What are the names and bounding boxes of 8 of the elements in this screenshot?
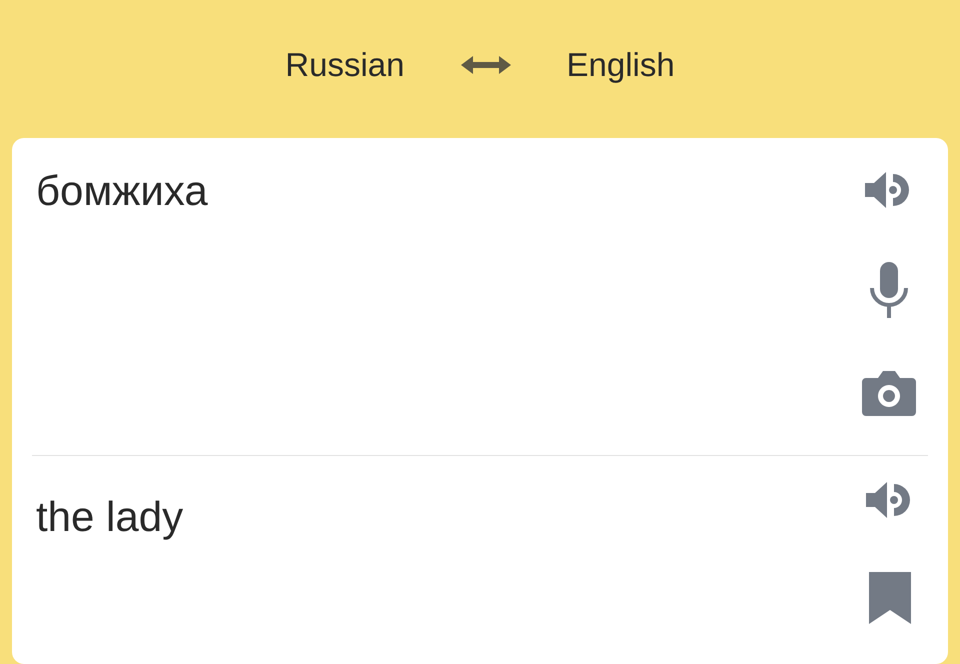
microphone-icon[interactable]: [869, 262, 909, 318]
source-language[interactable]: Russian: [285, 40, 404, 90]
input-field[interactable]: бомжиха: [36, 170, 862, 455]
swap-arrows-icon[interactable]: [460, 54, 510, 75]
camera-icon[interactable]: [862, 370, 916, 416]
translation-text: the lady: [36, 496, 184, 542]
bookmark-icon[interactable]: [869, 572, 911, 624]
target-language[interactable]: English: [566, 40, 675, 90]
